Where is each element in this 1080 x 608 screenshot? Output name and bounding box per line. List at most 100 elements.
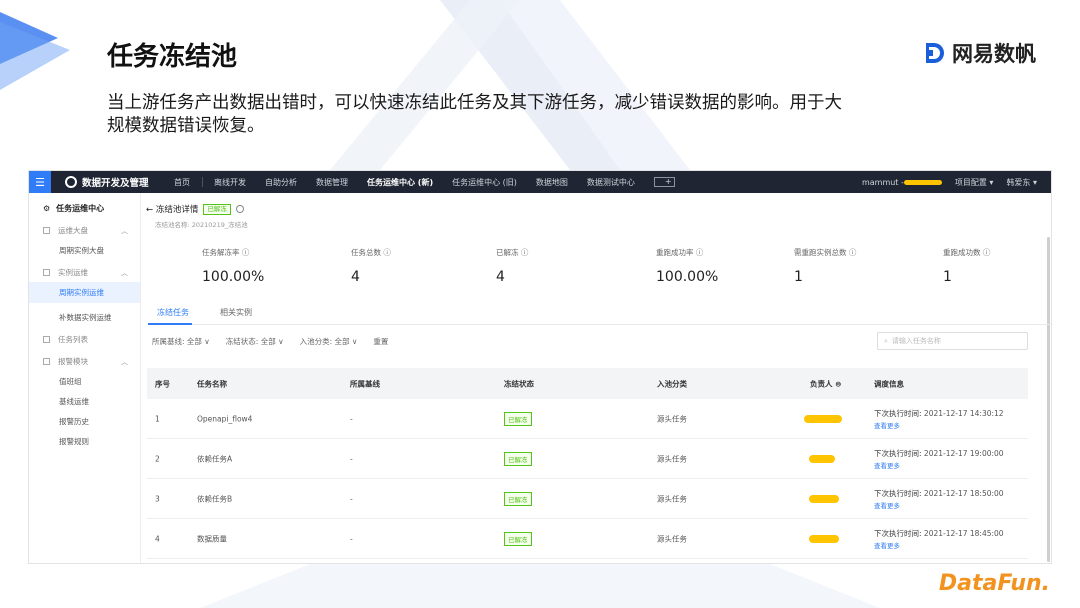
detail-header: ← 冻结池详情 已解冻 <box>146 203 244 215</box>
redaction-mark <box>903 179 942 185</box>
nav-ops-center-new[interactable]: 任务运维中心 (新) <box>358 177 443 188</box>
sidebar-item-backfill-ops[interactable]: 补数据实例运维 <box>29 303 140 323</box>
group-label: 任务列表 <box>58 335 88 344</box>
row-baseline: - <box>350 494 353 503</box>
view-more-link[interactable]: 查看更多 <box>874 420 900 430</box>
tab-bar: 冻结任务 相关实例 <box>148 305 1051 325</box>
sidebar-group-instance-ops[interactable]: 实例运维 ︿ <box>29 256 140 278</box>
group-label: 运维大盘 <box>58 226 88 235</box>
sidebar-item-cycle-instance-ops[interactable]: 周期实例运维 <box>29 282 140 303</box>
next-run-time: 2021-12-17 18:45:00 <box>923 529 1004 538</box>
row-next-run: 下次执行时间: 2021-12-17 18:45:00 <box>874 528 1004 539</box>
refresh-icon[interactable] <box>235 205 244 213</box>
nav-ops-center-old[interactable]: 任务运维中心 (旧) <box>443 177 527 188</box>
app-logo[interactable]: 数据开发及管理 <box>65 175 149 189</box>
nav-divider <box>201 177 203 187</box>
row-no: 3 <box>155 494 160 503</box>
stat-label: 任务解冻率 ⓘ <box>202 248 250 257</box>
col-baseline: 所属基线 <box>350 379 380 388</box>
slide-title: 任务冻结池 <box>107 42 238 72</box>
pool-name: 冻结池名称: 20210219_冻结池 <box>155 221 248 229</box>
filter-baseline[interactable]: 所属基线: 全部 ∨ <box>152 336 210 347</box>
app-logo-label: 数据开发及管理 <box>82 178 149 189</box>
scrollbar[interactable] <box>1047 237 1050 562</box>
table-row[interactable]: 1 Openapi_flow4 - 已解冻 源头任务 下次执行时间: 2021-… <box>147 399 1028 439</box>
nav-data-test[interactable]: 数据测试中心 <box>577 177 644 188</box>
next-run-time: 2021-12-17 14:30:12 <box>923 409 1004 418</box>
brand-logo: 网易数帆 <box>924 38 1036 68</box>
stat-rerun-total: 需重跑实例总数 ⓘ 1 <box>794 247 856 285</box>
nav-data-management[interactable]: 数据管理 <box>307 177 358 188</box>
sidebar-group-dashboard[interactable]: 运维大盘 ︿ <box>29 214 140 236</box>
row-task-name[interactable]: 依赖任务B <box>197 493 232 504</box>
gear-icon: ⚙ <box>43 204 51 213</box>
netease-shufan-icon <box>926 43 944 63</box>
table-row[interactable]: 4 数据质量 - 已解冻 源头任务 下次执行时间: 2021-12-17 18:… <box>147 519 1028 559</box>
nav-data-map[interactable]: 数据地图 <box>526 177 577 188</box>
row-category: 源头任务 <box>657 414 687 423</box>
view-more-link[interactable]: 查看更多 <box>874 460 900 470</box>
stat-value: 4 <box>351 269 360 285</box>
add-tab-icon[interactable]: + <box>654 177 676 187</box>
next-run-label: 下次执行时间: <box>874 449 922 458</box>
search-input[interactable]: ⌕ 请输入任务名称 <box>877 332 1028 350</box>
row-status-badge: 已解冻 <box>504 411 532 426</box>
chevron-up-icon: ︿ <box>121 226 128 235</box>
col-owner[interactable]: 负责人 ⊜ <box>810 378 841 389</box>
stats-panel: 任务解冻率 ⓘ 100.00% 任务总数 ⓘ 4 已解冻 ⓘ 4 重跑成功率 ⓘ 100… <box>148 235 1048 297</box>
sidebar-item-alarm-history[interactable]: 报警历史 <box>29 407 140 427</box>
user-workspace[interactable]: mammut - <box>862 178 942 187</box>
main-content: ← 冻结池详情 已解冻 冻结池名称: 20210219_冻结池 任务解冻率 ⓘ 1… <box>142 193 1051 563</box>
row-task-name[interactable]: 依赖任务A <box>197 453 232 464</box>
view-more-link[interactable]: 查看更多 <box>874 500 900 510</box>
instance-icon <box>43 269 50 276</box>
user-menu[interactable]: 韩爱东 ▾ <box>1006 177 1037 188</box>
back-link[interactable]: ← 冻结池详情 <box>146 203 198 215</box>
row-category: 源头任务 <box>657 454 687 463</box>
row-status-badge: 已解冻 <box>504 451 532 466</box>
filter-freeze-status[interactable]: 冻结状态: 全部 ∨ <box>226 336 284 347</box>
sidebar-item-duty-group[interactable]: 值班组 <box>29 367 140 387</box>
stat-unfreeze-rate: 任务解冻率 ⓘ 100.00% <box>202 247 264 285</box>
row-task-name[interactable]: Openapi_flow4 <box>197 414 252 423</box>
stat-value: 100.00% <box>202 269 265 285</box>
workspace-label: mammut - <box>861 177 904 187</box>
stat-rerun-success-rate: 重跑成功率 ⓘ 100.00% <box>656 247 718 285</box>
reset-button[interactable]: 重置 <box>373 336 388 347</box>
table-row[interactable]: 2 依赖任务A - 已解冻 源头任务 下次执行时间: 2021-12-17 19… <box>147 439 1028 479</box>
col-category: 入池分类 <box>657 379 687 388</box>
table-row[interactable]: 3 依赖任务B - 已解冻 源头任务 下次执行时间: 2021-12-17 18… <box>147 479 1028 519</box>
active-tab-indicator <box>148 323 192 325</box>
slide-description: 当上游任务产出数据出错时，可以快速冻结此任务及其下游任务，减少错误数据的影响。用… <box>107 93 842 136</box>
project-config-menu[interactable]: 项目配置 ▾ <box>955 177 994 188</box>
list-icon <box>43 336 50 343</box>
nav-home[interactable]: 首页 <box>165 177 200 188</box>
stat-label: 任务总数 ⓘ <box>351 248 391 257</box>
top-navigation-bar: ☰ 数据开发及管理 首页 离线开发 自助分析 数据管理 任务运维中心 (新) 任… <box>29 171 1051 193</box>
sidebar-group-alarm[interactable]: 报警模块 ︿ <box>29 345 140 367</box>
sidebar-item-cycle-dashboard[interactable]: 周期实例大盘 <box>29 236 140 256</box>
tab-related-instances[interactable]: 相关实例 <box>220 307 252 318</box>
filter-pool-category[interactable]: 入池分类: 全部 ∨ <box>300 336 358 347</box>
nav-self-analysis[interactable]: 自助分析 <box>256 177 307 188</box>
menu-icon[interactable]: ☰ <box>29 171 51 193</box>
search-placeholder: 请输入任务名称 <box>891 337 941 345</box>
stat-label: 重跑成功数 ⓘ <box>943 248 991 257</box>
row-task-name[interactable]: 数据质量 <box>197 533 227 544</box>
stat-rerun-success: 重跑成功数 ⓘ 1 <box>943 247 990 285</box>
filter-bar: 所属基线: 全部 ∨ 冻结状态: 全部 ∨ 入池分类: 全部 ∨ 重置 <box>152 336 388 347</box>
sidebar-item-alarm-rules[interactable]: 报警规则 <box>29 427 140 447</box>
owner-redaction <box>809 454 835 463</box>
sidebar: ⚙ 任务运维中心 运维大盘 ︿ 周期实例大盘 实例运维 ︿ 周期实例运维 补数据实例… <box>29 193 141 563</box>
brand-name: 网易数帆 <box>952 42 1036 66</box>
stat-unfrozen: 已解冻 ⓘ 4 <box>496 247 528 285</box>
sidebar-group-task-list[interactable]: 任务列表 <box>29 323 140 345</box>
col-task-name: 任务名称 <box>197 379 227 388</box>
sidebar-item-baseline-ops[interactable]: 基线运维 <box>29 387 140 407</box>
view-more-link[interactable]: 查看更多 <box>874 540 900 550</box>
nav-offline-dev[interactable]: 离线开发 <box>205 177 256 188</box>
main-nav: 首页 离线开发 自助分析 数据管理 任务运维中心 (新) 任务运维中心 (旧) … <box>165 177 676 188</box>
stat-label: 重跑成功率 ⓘ <box>656 248 704 257</box>
row-next-run: 下次执行时间: 2021-12-17 14:30:12 <box>874 408 1004 419</box>
tab-frozen-tasks[interactable]: 冻结任务 <box>157 307 189 318</box>
